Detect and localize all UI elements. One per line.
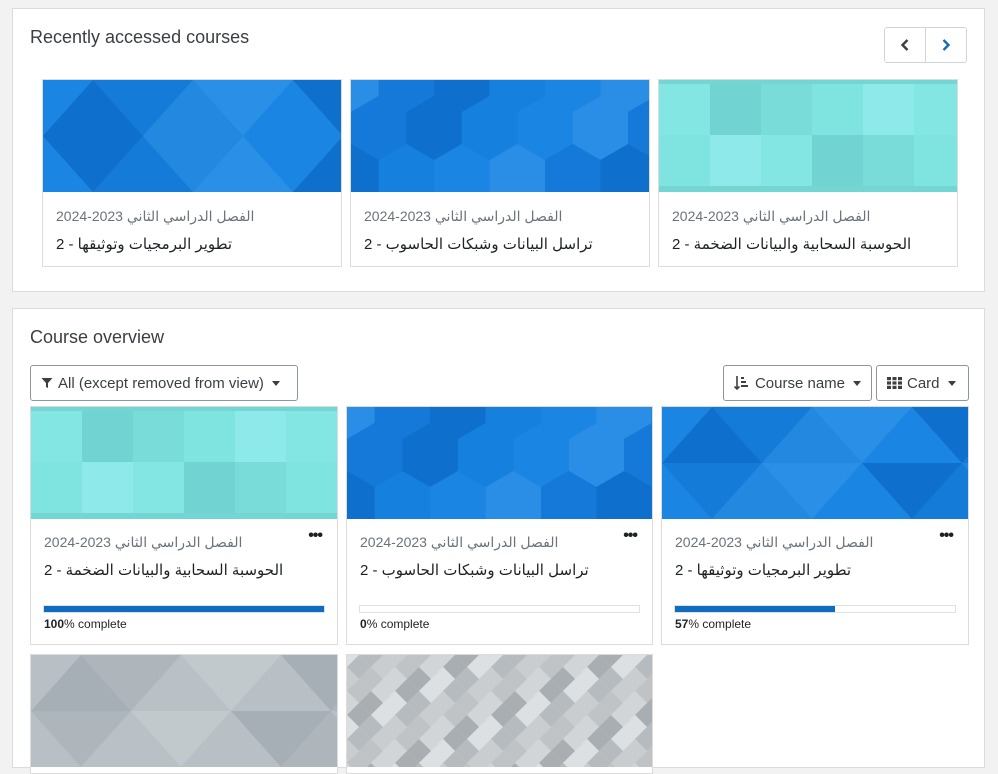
recent-course-card[interactable]: الفصل الدراسي الثاني 2023-2024 تطوير الب… <box>42 79 342 267</box>
course-card[interactable]: الفصل الدراسي الثاني 2023-2024 ••• تراسل… <box>346 406 653 645</box>
course-image[interactable] <box>347 655 652 767</box>
prev-button[interactable] <box>885 28 925 62</box>
filter-icon <box>41 377 53 389</box>
course-name-link[interactable]: تراسل البيانات وشبكات الحاسوب - 2 <box>364 235 593 253</box>
next-button[interactable] <box>925 28 966 62</box>
progress-text: 57% complete <box>675 617 751 631</box>
course-card[interactable]: الفصل الدراسي الثاني 2023-2024 ••• الحوس… <box>30 406 338 645</box>
progress-fill <box>44 606 324 612</box>
filter-label: All (except removed from view) <box>58 375 264 392</box>
caret-down-icon <box>853 381 861 386</box>
caret-down-icon <box>272 381 280 386</box>
view-dropdown[interactable]: Card <box>876 365 969 401</box>
course-image[interactable] <box>31 407 337 519</box>
view-label: Card <box>907 375 940 392</box>
progress-suffix: % complete <box>688 617 751 631</box>
course-category: الفصل الدراسي الثاني 2023-2024 <box>360 534 558 551</box>
course-card[interactable] <box>30 654 338 774</box>
recently-accessed-panel: Recently accessed courses الفصل الدراسي … <box>12 8 985 292</box>
progress-bar <box>359 605 640 613</box>
filter-dropdown[interactable]: All (except removed from view) <box>30 365 298 401</box>
course-name-link[interactable]: تطوير البرمجيات وتوثيقها - 2 <box>56 235 232 253</box>
course-image[interactable] <box>347 407 652 519</box>
course-name-link[interactable]: الحوسبة السحابية والبيانات الضخمة - 2 <box>672 235 911 253</box>
course-image[interactable] <box>659 80 957 192</box>
progress-text: 0% complete <box>360 617 429 631</box>
course-category: الفصل الدراسي الثاني 2023-2024 <box>56 208 254 225</box>
course-card[interactable]: الفصل الدراسي الثاني 2023-2024 ••• تطوير… <box>661 406 969 645</box>
carousel-nav <box>884 27 967 63</box>
progress-value: 0 <box>360 617 367 631</box>
course-name-link[interactable]: الحوسبة السحابية والبيانات الضخمة - 2 <box>44 561 283 579</box>
course-card[interactable] <box>346 654 653 774</box>
chevron-right-icon <box>939 38 953 52</box>
course-image[interactable] <box>43 80 341 192</box>
course-image[interactable] <box>662 407 968 519</box>
progress-value: 100 <box>44 617 64 631</box>
more-actions-icon[interactable]: ••• <box>623 531 637 541</box>
sort-dropdown[interactable]: Course name <box>723 365 872 401</box>
course-category: الفصل الدراسي الثاني 2023-2024 <box>364 208 562 225</box>
progress-fill <box>675 606 835 612</box>
more-actions-icon[interactable]: ••• <box>308 531 322 541</box>
sort-label: Course name <box>755 375 845 392</box>
course-image[interactable] <box>351 80 649 192</box>
grid-icon <box>887 377 902 389</box>
recent-title: Recently accessed courses <box>30 27 249 48</box>
progress-text: 100% complete <box>44 617 127 631</box>
progress-value: 57 <box>675 617 688 631</box>
progress-bar <box>674 605 956 613</box>
progress-suffix: % complete <box>367 617 430 631</box>
course-category: الفصل الدراسي الثاني 2023-2024 <box>672 208 870 225</box>
sort-icon <box>734 375 750 391</box>
recent-course-card[interactable]: الفصل الدراسي الثاني 2023-2024 تراسل الب… <box>350 79 650 267</box>
course-overview-panel: Course overview All (except removed from… <box>12 308 985 768</box>
course-name-link[interactable]: تراسل البيانات وشبكات الحاسوب - 2 <box>360 561 589 579</box>
course-image[interactable] <box>31 655 337 767</box>
course-name-link[interactable]: تطوير البرمجيات وتوثيقها - 2 <box>675 561 851 579</box>
recent-course-card[interactable]: الفصل الدراسي الثاني 2023-2024 الحوسبة ا… <box>658 79 958 267</box>
chevron-left-icon <box>898 38 912 52</box>
course-category: الفصل الدراسي الثاني 2023-2024 <box>675 534 873 551</box>
progress-suffix: % complete <box>64 617 127 631</box>
caret-down-icon <box>948 381 956 386</box>
more-actions-icon[interactable]: ••• <box>939 531 953 541</box>
progress-bar <box>43 605 325 613</box>
course-category: الفصل الدراسي الثاني 2023-2024 <box>44 534 242 551</box>
overview-title: Course overview <box>30 327 164 348</box>
